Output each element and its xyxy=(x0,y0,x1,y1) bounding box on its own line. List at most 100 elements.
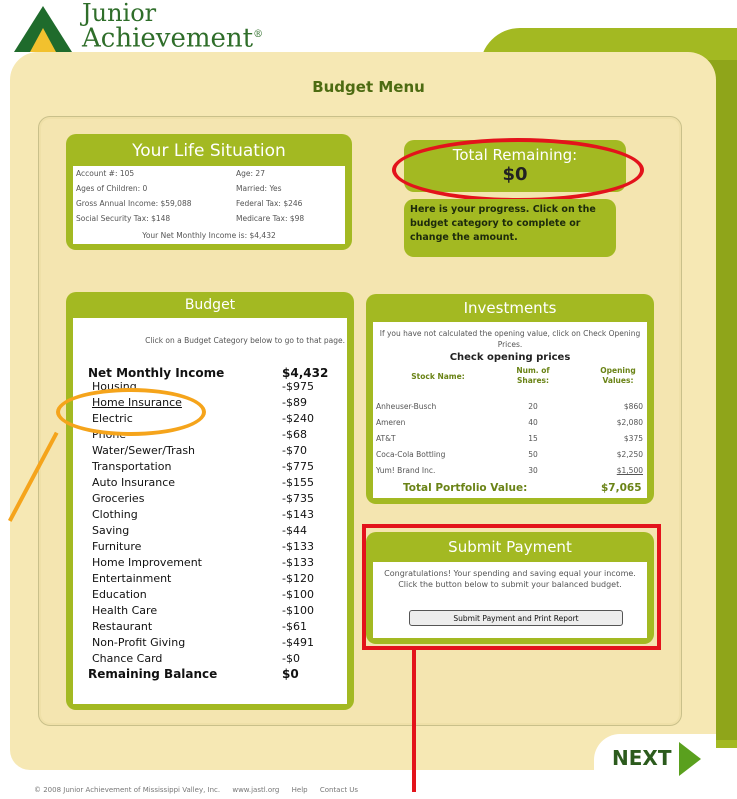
stock-shares: 50 xyxy=(528,450,538,459)
portfolio-total-value: $7,065 xyxy=(601,482,642,494)
budget-row-chance-card[interactable]: Chance Card -$0 xyxy=(88,652,328,668)
budget-value: -$0 xyxy=(282,652,300,665)
stock-shares: 30 xyxy=(528,466,538,475)
budget-row-non-profit-giving[interactable]: Non-Profit Giving -$491 xyxy=(88,636,328,652)
budget-category-link[interactable]: Auto Insurance xyxy=(92,476,175,489)
portfolio-total-label: Total Portfolio Value: xyxy=(403,482,528,494)
red-pointer-line xyxy=(412,650,416,792)
stock-name: Anheuser-Busch xyxy=(376,402,437,411)
budget-row-water[interactable]: Water/Sewer/Trash -$70 xyxy=(88,444,328,460)
budget-value: -$133 xyxy=(282,556,314,569)
budget-value: -$100 xyxy=(282,588,314,601)
stock-value: $375 xyxy=(623,434,643,443)
budget-body: Click on a Budget Category below to go t… xyxy=(73,318,347,704)
red-highlight-ellipse xyxy=(392,138,644,202)
budget-value: -$491 xyxy=(282,636,314,649)
footer-help-link[interactable]: Help xyxy=(292,786,308,794)
budget-row-education[interactable]: Education -$100 xyxy=(88,588,328,604)
stock-shares: 15 xyxy=(528,434,538,443)
budget-value: -$735 xyxy=(282,492,314,505)
stock-row: Anheuser-Busch 20 $860 xyxy=(373,402,647,416)
budget-row-home-improvement[interactable]: Home Improvement -$133 xyxy=(88,556,328,572)
stock-value: $1,500 xyxy=(616,466,643,475)
footer-contact-link[interactable]: Contact Us xyxy=(320,786,358,794)
budget-category-link[interactable]: Home Improvement xyxy=(92,556,202,569)
budget-row-remaining-balance: Remaining Balance $0 xyxy=(88,667,328,683)
social-security-tax: Social Security Tax: $148 xyxy=(76,214,171,223)
budget-hint: Click on a Budget Category below to go t… xyxy=(145,336,345,345)
footer-site-link[interactable]: www.jastl.org xyxy=(232,786,279,794)
budget-category-link[interactable]: Restaurant xyxy=(92,620,152,633)
budget-category-link[interactable]: Entertainment xyxy=(92,572,171,585)
budget-value: -$68 xyxy=(282,428,307,441)
budget-row-clothing[interactable]: Clothing -$143 xyxy=(88,508,328,524)
header-num-shares: Num. of Shares: xyxy=(516,366,550,385)
budget-category-link[interactable]: Clothing xyxy=(92,508,138,521)
logo-registered-mark: ® xyxy=(253,29,264,40)
budget-value: -$975 xyxy=(282,380,314,393)
orange-highlight-ellipse xyxy=(56,388,206,436)
stock-shares: 20 xyxy=(528,402,538,411)
budget-card: Budget Click on a Budget Category below … xyxy=(66,292,354,710)
investments-body: If you have not calculated the opening v… xyxy=(373,322,647,498)
budget-row-entertainment[interactable]: Entertainment -$120 xyxy=(88,572,328,588)
budget-value: -$240 xyxy=(282,412,314,425)
junior-achievement-logo: Junior Achievement® xyxy=(10,0,263,60)
budget-value: $0 xyxy=(282,667,299,681)
check-opening-prices-link[interactable]: Check opening prices xyxy=(373,352,647,363)
federal-tax: Federal Tax: $246 xyxy=(236,199,303,208)
budget-row-saving[interactable]: Saving -$44 xyxy=(88,524,328,540)
life-situation-body: Account #: 105 Age: 27 Ages of Children:… xyxy=(73,166,345,244)
stock-name: Yum! Brand Inc. xyxy=(376,466,436,475)
progress-note-text: Here is your progress. Click on the budg… xyxy=(410,204,596,243)
budget-value: $4,432 xyxy=(282,366,329,380)
stock-name: Coca-Cola Bottling xyxy=(376,450,446,459)
logo-text-achievement: Achievement xyxy=(82,23,254,54)
red-highlight-rectangle xyxy=(362,524,661,650)
budget-category-link[interactable]: Furniture xyxy=(92,540,141,553)
footer-copyright: © 2008 Junior Achievement of Mississippi… xyxy=(34,786,221,794)
budget-category-link[interactable]: Groceries xyxy=(92,492,144,505)
stock-name: AT&T xyxy=(376,434,396,443)
ages-of-children: Ages of Children: 0 xyxy=(76,184,148,193)
stock-shares: 40 xyxy=(528,418,538,427)
budget-category-link[interactable]: Education xyxy=(92,588,147,601)
budget-row-restaurant[interactable]: Restaurant -$61 xyxy=(88,620,328,636)
married: Married: Yes xyxy=(236,184,282,193)
budget-value: -$155 xyxy=(282,476,314,489)
footer: © 2008 Junior Achievement of Mississippi… xyxy=(34,786,368,794)
budget-row-furniture[interactable]: Furniture -$133 xyxy=(88,540,328,556)
budget-value: -$133 xyxy=(282,540,314,553)
budget-category-link[interactable]: Non-Profit Giving xyxy=(92,636,185,649)
stock-name: Ameren xyxy=(376,418,406,427)
budget-value: -$143 xyxy=(282,508,314,521)
next-button[interactable]: NEXT xyxy=(594,734,716,786)
investments-hint: If you have not calculated the opening v… xyxy=(379,329,641,349)
budget-label: Remaining Balance xyxy=(88,667,218,681)
life-row: Social Security Tax: $148 Medicare Tax: … xyxy=(76,214,344,226)
budget-row-health-care[interactable]: Health Care -$100 xyxy=(88,604,328,620)
header-stock-name: Stock Name: xyxy=(411,372,465,381)
budget-value: -$120 xyxy=(282,572,314,585)
next-arrow-icon xyxy=(679,742,701,776)
budget-label: Net Monthly Income xyxy=(88,366,225,380)
budget-category-link[interactable]: Water/Sewer/Trash xyxy=(92,444,195,457)
life-situation-title: Your Life Situation xyxy=(132,141,286,161)
budget-row-groceries[interactable]: Groceries -$735 xyxy=(88,492,328,508)
budget-row-transportation[interactable]: Transportation -$775 xyxy=(88,460,328,476)
budget-row-auto-insurance[interactable]: Auto Insurance -$155 xyxy=(88,476,328,492)
stock-value: $2,250 xyxy=(616,450,643,459)
header-opening-values: Opening Values: xyxy=(600,366,636,385)
logo-text-junior: Junior xyxy=(82,0,157,27)
budget-value: -$775 xyxy=(282,460,314,473)
life-row: Account #: 105 Age: 27 xyxy=(76,169,344,181)
investments-title: Investments xyxy=(463,299,557,317)
budget-category-link[interactable]: Transportation xyxy=(92,460,171,473)
budget-category-link[interactable]: Health Care xyxy=(92,604,157,617)
life-situation-card: Your Life Situation Account #: 105 Age: … xyxy=(66,134,352,250)
budget-value: -$70 xyxy=(282,444,307,457)
stock-row: AT&T 15 $375 xyxy=(373,434,647,448)
budget-category-link[interactable]: Saving xyxy=(92,524,129,537)
stock-row: Ameren 40 $2,080 xyxy=(373,418,647,432)
budget-category-link[interactable]: Chance Card xyxy=(92,652,162,665)
